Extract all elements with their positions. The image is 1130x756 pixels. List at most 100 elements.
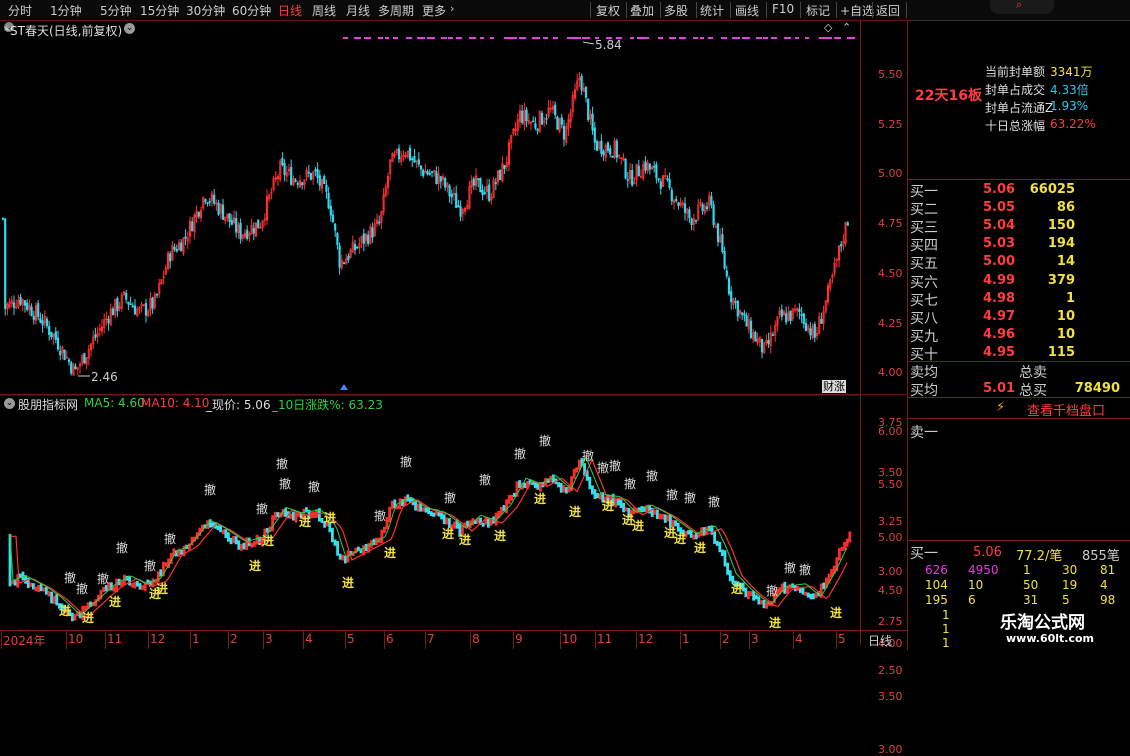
indicator-bar — [804, 591, 807, 596]
indicator-bar — [718, 541, 722, 553]
candle-body — [411, 158, 414, 160]
candle-body — [710, 196, 713, 205]
bid-price[interactable]: 5.00 — [983, 254, 1015, 269]
candle-body — [323, 176, 326, 185]
signal-dash — [582, 37, 590, 39]
indicator-bar — [45, 586, 48, 595]
indicator-bar — [380, 529, 384, 544]
indicator-bar — [510, 494, 514, 501]
sell-signal-mark: 撤 — [684, 490, 696, 505]
signal-dash — [795, 37, 799, 39]
buy-signal-mark: 进 — [442, 526, 454, 541]
indicator-bar — [242, 542, 246, 550]
indicator-bar — [653, 509, 657, 515]
bid-volume: 379 — [1047, 272, 1075, 288]
buy-signal-mark: 进 — [602, 498, 614, 513]
signal-dash — [679, 37, 686, 39]
indicator-bar — [416, 503, 420, 512]
indicator-bar — [666, 514, 670, 522]
buy-signal-mark: 进 — [694, 540, 706, 555]
signal-dash — [504, 37, 511, 39]
sell-signal-mark: 撤 — [400, 454, 412, 469]
bid-volume: 194 — [1047, 236, 1075, 252]
candle-body — [63, 349, 66, 361]
buy-signal-mark: 进 — [249, 558, 261, 573]
indicator-bar — [112, 586, 116, 592]
signal-dash — [819, 37, 826, 39]
divider — [908, 179, 1130, 180]
candle-body — [59, 350, 62, 356]
bid-price[interactable]: 5.03 — [983, 236, 1015, 251]
bid-price[interactable]: 5.05 — [983, 200, 1015, 215]
kline-chart[interactable]: 撤撤撤撤撤撤撤撤撤撤撤撤撤撤撤撤撤撤撤 撤撤撤撤撤撤撤撤 撤进 进进进进进进进 进进进进… — [0, 0, 908, 650]
indicator-bar — [752, 590, 755, 601]
divider — [908, 540, 1130, 541]
candle-body — [217, 202, 220, 215]
candle-body — [408, 147, 412, 161]
sell-signal-mark: 撤 — [64, 570, 76, 585]
candle-body — [771, 334, 775, 337]
indicator-bar — [227, 532, 230, 542]
signal-dash — [763, 37, 768, 39]
candle-body — [133, 305, 137, 315]
stat-value: 1.93% — [1050, 99, 1089, 113]
candle-body — [536, 128, 539, 131]
candle-body — [644, 161, 647, 171]
indicator-bar — [414, 501, 417, 511]
bid-price[interactable]: 4.96 — [983, 327, 1015, 342]
indicator-bar — [572, 468, 576, 479]
buy-signal-mark: 进 — [299, 514, 311, 529]
bid-price[interactable]: 4.98 — [983, 291, 1015, 306]
candle-body — [191, 221, 194, 232]
candle-body — [151, 297, 154, 309]
bid-price[interactable]: 4.97 — [983, 309, 1015, 324]
indicator-bar — [42, 587, 46, 592]
sell-signal-mark: 撤 — [597, 460, 609, 475]
indicator-bar — [533, 482, 537, 489]
buy-signal-mark: 进 — [59, 603, 71, 618]
candle-body — [70, 362, 73, 374]
indicator-bar — [73, 614, 77, 621]
indicator-bar — [713, 531, 716, 544]
candle-body — [657, 178, 660, 181]
buy-signal-mark: 进 — [82, 610, 94, 625]
indicator-bar — [557, 482, 560, 488]
search-box[interactable]: ⌕ — [990, 0, 1054, 14]
candle-body — [316, 169, 319, 179]
sell-signal-mark: 撤 — [479, 472, 491, 487]
signal-dash — [847, 37, 855, 39]
bid-price[interactable]: 4.99 — [983, 273, 1015, 288]
indicator-bar — [760, 600, 763, 605]
candle-body — [45, 318, 49, 327]
signal-dash — [393, 37, 398, 39]
candle-body — [12, 302, 16, 308]
candle-body — [30, 306, 33, 317]
candle-body — [809, 328, 812, 336]
candle-body — [309, 172, 313, 180]
candle-body — [362, 233, 365, 244]
signal-dash — [364, 37, 371, 39]
sell-signal-mark: 撤 — [204, 482, 216, 497]
candle-body — [252, 227, 255, 234]
candle-body — [338, 245, 341, 268]
indicator-bar — [622, 502, 625, 513]
signal-dash — [606, 37, 612, 39]
bid-price[interactable]: 4.95 — [983, 345, 1015, 360]
candle-body — [1, 217, 5, 220]
indicator-bar — [765, 602, 768, 609]
search-icon[interactable]: ⌕ — [1016, 0, 1022, 12]
bid-label: 买七 — [910, 292, 938, 309]
indicator-bar — [692, 534, 696, 540]
view-depth-button[interactable]: 查看千档盘口 — [1027, 400, 1105, 419]
bid-price[interactable]: 5.06 — [983, 182, 1015, 197]
bid-price[interactable]: 5.04 — [983, 218, 1015, 233]
candle-body — [532, 120, 535, 123]
candle-body — [455, 193, 458, 209]
indicator-bar — [37, 585, 40, 592]
candle-body — [688, 209, 691, 219]
candle-body — [125, 292, 128, 300]
lightning-icon: ⚡ — [996, 400, 1006, 415]
candle-body — [111, 308, 115, 316]
indicator-bar — [273, 511, 277, 520]
signal-dash — [645, 37, 649, 39]
